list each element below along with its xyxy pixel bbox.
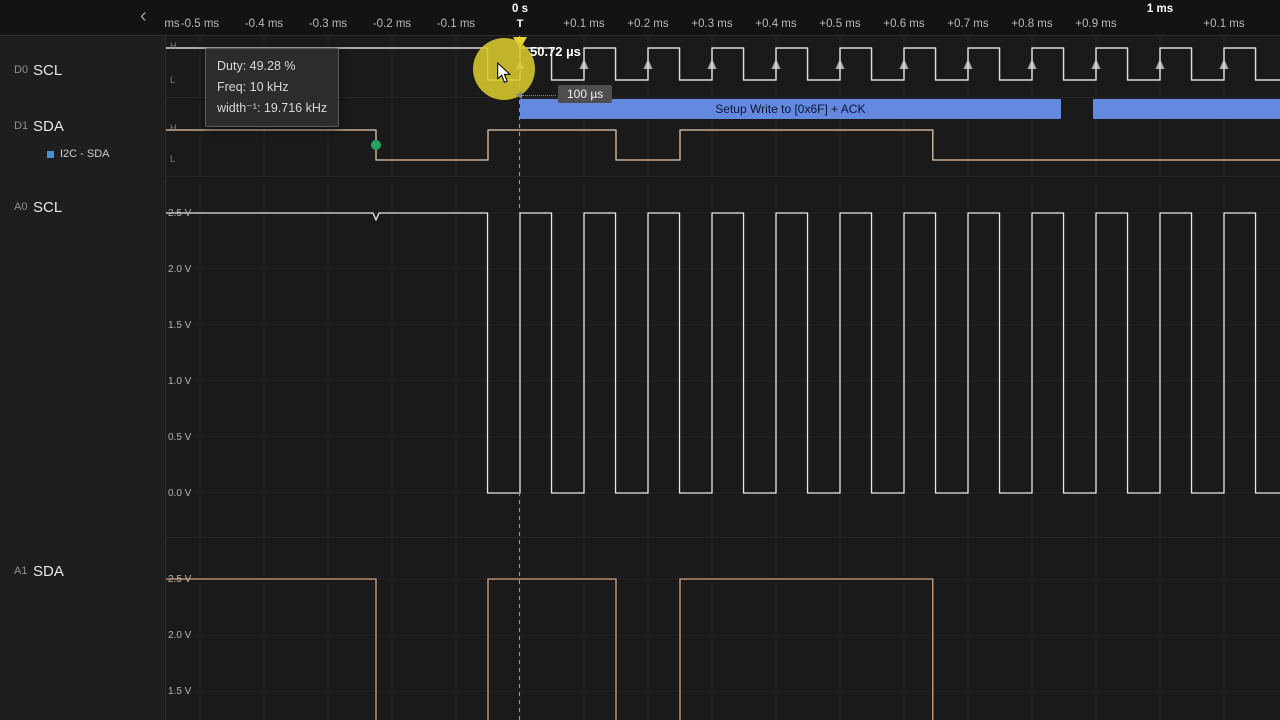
sidebar-collapse-chevron-icon[interactable]: ‹ <box>140 6 147 26</box>
d1-high-label: H <box>170 123 177 133</box>
d0-low-label: L <box>170 75 176 85</box>
a1-voltage-label: 2.5 V <box>168 574 192 585</box>
i2c-annotation-bar[interactable] <box>1092 99 1280 119</box>
time-tick-label: +0.6 ms <box>883 18 925 30</box>
time-tick-label: +0.1 ms <box>1203 18 1245 30</box>
trigger-cursor-line[interactable] <box>519 36 520 720</box>
time-major-label: 0 s <box>512 3 528 15</box>
sidebar-divider <box>165 0 166 720</box>
a1-voltage-label: 2.0 V <box>168 630 192 641</box>
time-tick-label: -0.3 ms <box>308 18 348 30</box>
time-tick-label: +0.9 ms <box>1075 18 1117 30</box>
analyzer-item-i2c-sda[interactable]: I2C - SDA <box>47 148 110 160</box>
time-tick-label: +0.2 ms <box>627 18 669 30</box>
time-tick-label: +0.8 ms <box>1011 18 1053 30</box>
period-connector-line <box>522 95 556 96</box>
d1-low-label: L <box>170 154 176 164</box>
row-separator <box>0 176 1280 177</box>
time-tick-label: -0.1 ms <box>436 18 476 30</box>
period-readout-tag: 100 µs <box>558 85 613 103</box>
time-tick-label: +0.5 ms <box>819 18 861 30</box>
channel-id-label: A0 <box>14 201 28 213</box>
trigger-time-label: T <box>516 18 524 30</box>
time-tick-label: +0.7 ms <box>947 18 989 30</box>
analyzer-label: I2C - SDA <box>60 148 110 160</box>
a0-voltage-label: 0.5 V <box>168 432 192 443</box>
channel-sidebar: D0 SCL D1 SDA I2C - SDA A0 SCL A1 SDA <box>0 36 165 720</box>
row-separator <box>0 537 1280 538</box>
tooltip-width-inv: width⁻¹: 19.716 kHz <box>217 101 328 115</box>
tooltip-duty: Duty: 49.28 % <box>217 59 296 73</box>
d0-high-label: H <box>170 41 177 51</box>
row-separator <box>0 97 1280 98</box>
analyzer-color-bullet-icon <box>47 150 54 158</box>
a0-voltage-label: 0.0 V <box>168 488 192 499</box>
a0-voltage-label: 1.5 V <box>168 320 192 331</box>
channel-d1[interactable]: D1 SDA <box>0 116 64 136</box>
a0-scl-trace[interactable] <box>165 212 1280 494</box>
channel-a1[interactable]: A1 SDA <box>0 561 64 581</box>
a0-voltage-label: 2.5 V <box>168 208 192 219</box>
time-tick-label-clipped: ms <box>164 18 180 30</box>
time-tick-label: +0.4 ms <box>755 18 797 30</box>
measurement-tooltip: Duty: 49.28 % Freq: 10 kHz width⁻¹: 19.7… <box>205 48 340 127</box>
d1-sda-trace[interactable] <box>165 129 1280 161</box>
a0-voltage-label: 2.0 V <box>168 264 192 275</box>
channel-a0[interactable]: A0 SCL <box>0 197 62 217</box>
time-major-label: 1 ms <box>1146 3 1174 15</box>
channel-id-label: D0 <box>14 64 29 76</box>
i2c-start-marker-dot <box>371 140 381 150</box>
tooltip-freq: Freq: 10 kHz <box>217 80 289 94</box>
a1-sda-trace[interactable] <box>165 578 1280 720</box>
a0-voltage-label: 1.0 V <box>168 376 192 387</box>
time-tick-label: -0.4 ms <box>244 18 284 30</box>
time-tick-label: +0.1 ms <box>563 18 605 30</box>
time-tick-label: +0.3 ms <box>691 18 733 30</box>
logic-analyzer-app: ‹ -0.5 ms -0.4 ms -0.3 ms -0.2 ms -0.1 ms +0.… <box>0 0 1280 720</box>
channel-name-label: SCL <box>33 61 63 79</box>
channel-id-label: D1 <box>14 120 29 132</box>
mouse-cursor-icon <box>497 62 512 84</box>
channel-name-label: SCL <box>33 198 63 216</box>
channel-name-label: SDA <box>33 562 64 580</box>
channel-d0[interactable]: D0 SCL <box>0 60 62 80</box>
channel-id-label: A1 <box>14 565 28 577</box>
timeline-ruler[interactable]: ‹ -0.5 ms -0.4 ms -0.3 ms -0.2 ms -0.1 ms +0.… <box>0 0 1280 36</box>
channel-name-label: SDA <box>33 117 64 135</box>
time-tick-label: -0.2 ms <box>372 18 412 30</box>
period-connector-arrow-icon <box>516 91 522 99</box>
edge-width-readout: 50.72 µs <box>530 44 581 59</box>
time-tick-label: -0.5 ms <box>180 18 220 30</box>
a1-voltage-label: 1.5 V <box>168 686 192 697</box>
